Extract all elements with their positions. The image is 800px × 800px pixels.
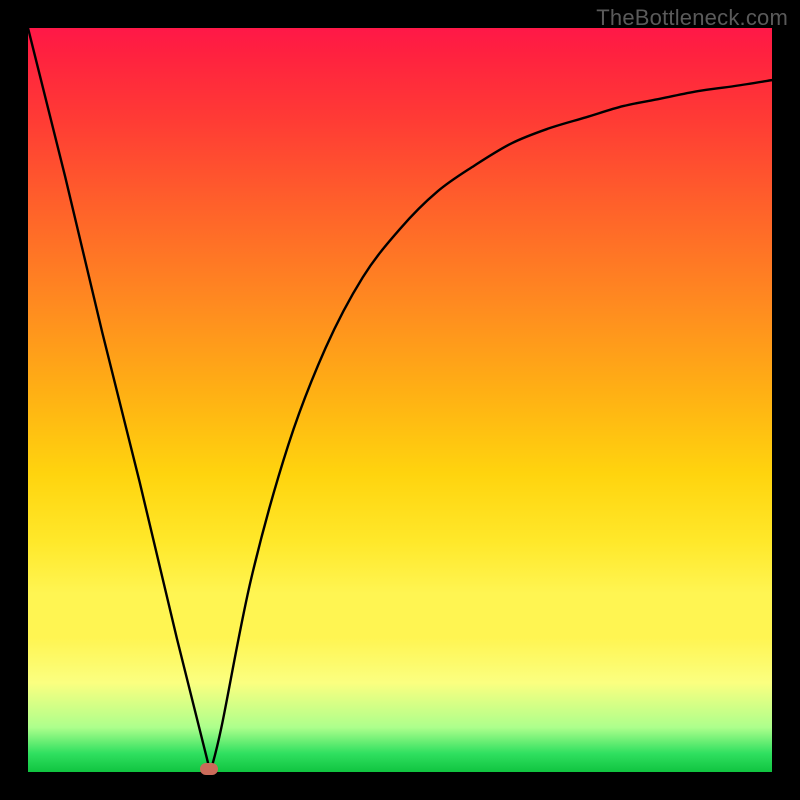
curve-svg — [28, 28, 772, 772]
chart-frame: TheBottleneck.com — [0, 0, 800, 800]
minimum-marker — [200, 763, 218, 775]
plot-area — [28, 28, 772, 772]
bottleneck-curve-path — [28, 28, 772, 772]
